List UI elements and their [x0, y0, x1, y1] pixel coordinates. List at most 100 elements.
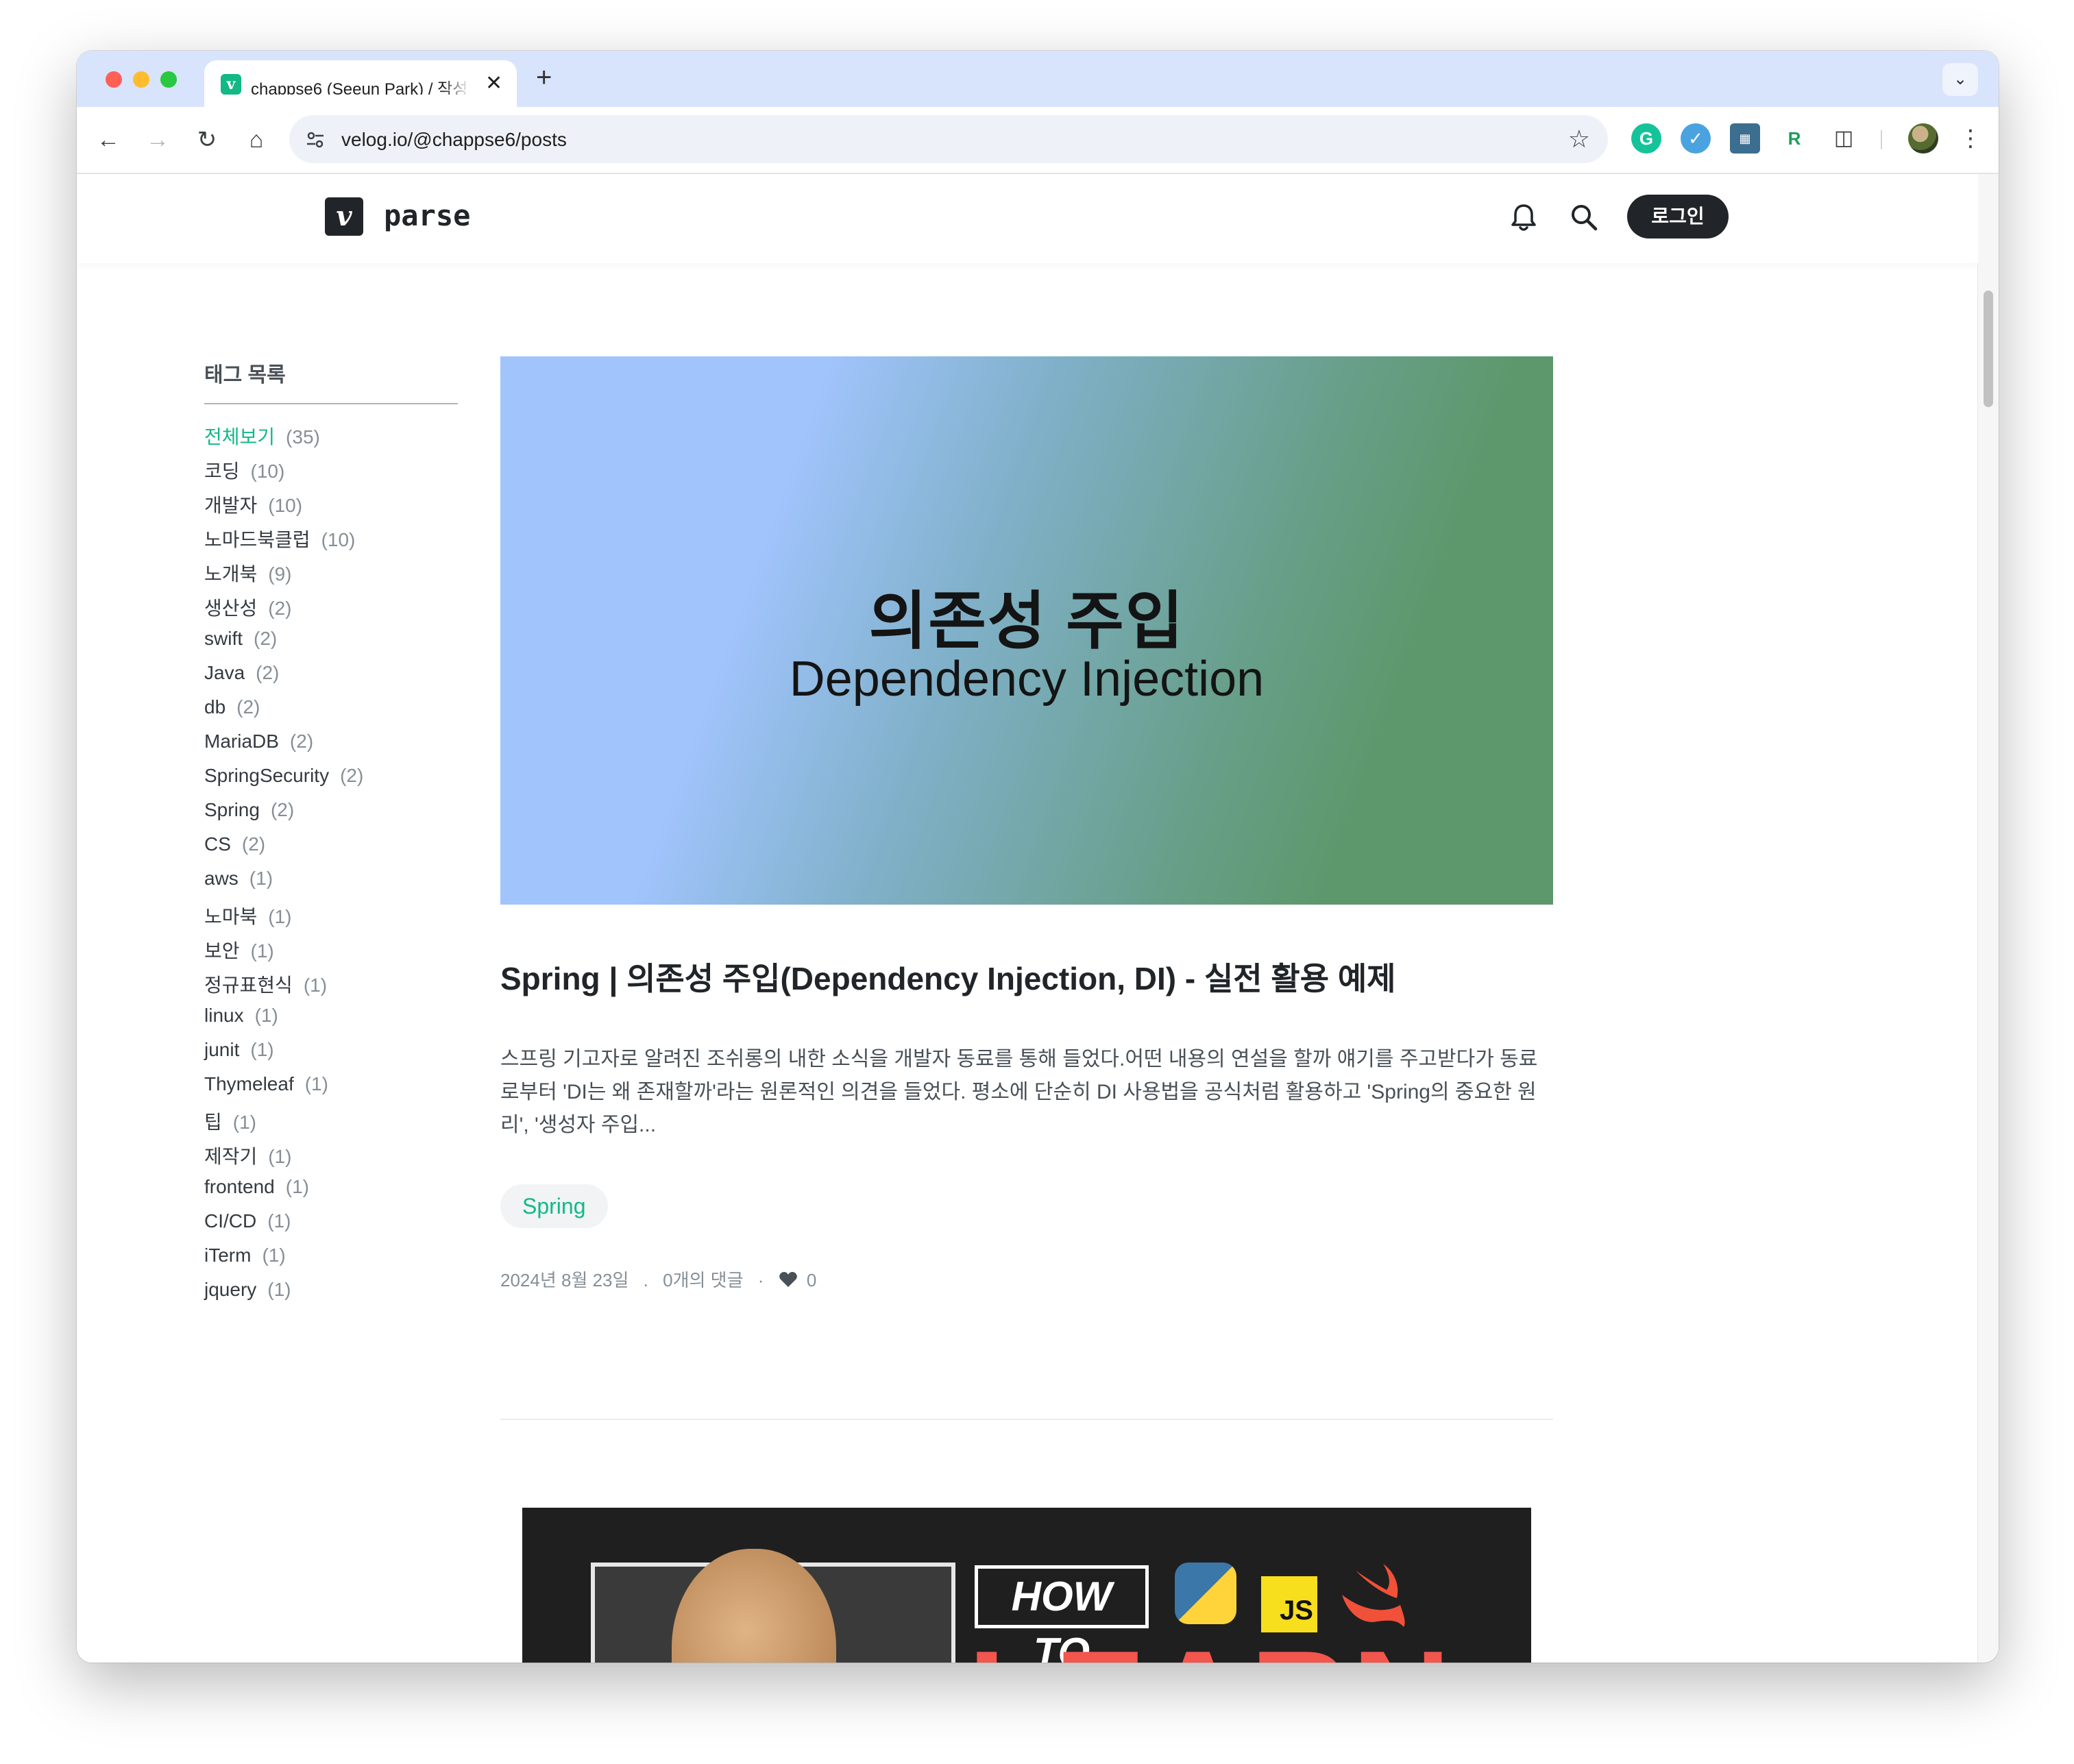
tag-name: 개발자: [204, 495, 258, 516]
search-icon[interactable]: [1567, 200, 1601, 234]
post-thumbnail[interactable]: 의존성 주입 Dependency Injection: [500, 356, 1553, 905]
tag-item[interactable]: CI/CD (1): [204, 1210, 458, 1245]
bookmark-star-icon[interactable]: ☆: [1568, 125, 1590, 154]
tag-name: 정규표현식: [204, 975, 293, 996]
tag-item[interactable]: 팁 (1): [204, 1107, 458, 1142]
tag-name: Thymeleaf: [204, 1073, 294, 1094]
toolbar-divider: [1881, 130, 1882, 149]
tag-name: jquery: [204, 1279, 257, 1300]
tag-item[interactable]: MariaDB (2): [204, 731, 458, 765]
tag-count: (1): [268, 906, 292, 927]
next-post-thumbnail[interactable]: HOW TO JS LEARN: [522, 1508, 1531, 1663]
tag-name: 생산성: [204, 598, 258, 619]
login-button[interactable]: 로그인: [1627, 195, 1729, 238]
bell-icon[interactable]: [1506, 200, 1541, 234]
tag-name: SpringSecurity: [204, 765, 330, 786]
tag-item[interactable]: CS (2): [204, 833, 458, 868]
site-header: v parse 로그인: [77, 174, 1978, 263]
checkmark-extension-icon[interactable]: ✓: [1681, 123, 1711, 154]
tag-count: (1): [267, 1279, 291, 1300]
forward-arrow-icon[interactable]: →: [141, 123, 174, 156]
tag-item[interactable]: Thymeleaf (1): [204, 1073, 458, 1107]
tag-item[interactable]: junit (1): [204, 1039, 458, 1073]
tab-search-chevron-icon[interactable]: ⌄: [1942, 63, 1978, 96]
profile-avatar[interactable]: [1908, 123, 1938, 154]
tab-strip: v chappse6 (Seeun Park) / 작성한 포스트 ✕ + ⌄: [77, 51, 1999, 107]
tag-item[interactable]: db (2): [204, 696, 458, 731]
tag-item[interactable]: jquery (1): [204, 1279, 458, 1313]
tag-count: (2): [254, 628, 278, 649]
tag-item[interactable]: 전체보기 (35): [204, 422, 458, 456]
tag-count: (2): [289, 731, 314, 752]
address-bar[interactable]: velog.io/@chappse6/posts ☆: [289, 115, 1608, 163]
tag-name: junit: [204, 1039, 240, 1060]
tag-item[interactable]: 코딩 (10): [204, 456, 458, 491]
minimize-window-button[interactable]: [133, 71, 149, 88]
tag-count: (1): [254, 1005, 278, 1026]
tag-item[interactable]: swift (2): [204, 628, 458, 662]
extensions-puzzle-icon[interactable]: ◫: [1829, 123, 1859, 154]
tag-item[interactable]: 노마북 (1): [204, 902, 458, 936]
tag-item[interactable]: iTerm (1): [204, 1245, 458, 1279]
swift-logo-icon: [1342, 1564, 1405, 1627]
url-text[interactable]: velog.io/@chappse6/posts: [341, 129, 567, 151]
tag-count: (35): [286, 426, 320, 448]
more-vert-icon[interactable]: ⋮: [1959, 123, 1982, 154]
tag-count: (1): [250, 1039, 274, 1060]
tag-item[interactable]: 개발자 (10): [204, 491, 458, 525]
tag-item[interactable]: SpringSecurity (2): [204, 765, 458, 799]
blog-name[interactable]: parse: [384, 199, 470, 232]
tag-item[interactable]: 제작기 (1): [204, 1142, 458, 1176]
back-arrow-icon[interactable]: ←: [92, 123, 125, 156]
tag-count: (1): [285, 1176, 309, 1197]
tag-count: (10): [321, 529, 356, 550]
new-tab-button[interactable]: +: [536, 62, 552, 93]
tag-count: (1): [249, 868, 273, 889]
python-logo-icon: [1175, 1563, 1236, 1624]
page-scrollbar[interactable]: [1977, 174, 1999, 1663]
tab-close-icon[interactable]: ✕: [485, 71, 502, 96]
tag-name: 팁: [204, 1112, 222, 1133]
tag-item[interactable]: Java (2): [204, 662, 458, 696]
reload-icon[interactable]: ↻: [191, 123, 223, 156]
tag-count: (2): [268, 598, 292, 619]
close-window-button[interactable]: [106, 71, 122, 88]
maximize-window-button[interactable]: [160, 71, 177, 88]
tag-count: (1): [268, 1146, 292, 1167]
tag-item[interactable]: 보안 (1): [204, 936, 458, 970]
tag-item[interactable]: 노개북 (9): [204, 559, 458, 593]
tag-name: MariaDB: [204, 731, 279, 752]
dictionary-extension-icon[interactable]: ▦: [1730, 123, 1760, 154]
tag-name: 노마드북클럽: [204, 529, 310, 550]
learn-label: LEARN: [968, 1631, 1454, 1663]
tag-name: db: [204, 696, 226, 718]
velog-logo[interactable]: v: [325, 197, 363, 236]
browser-tab-active[interactable]: v chappse6 (Seeun Park) / 작성한 포스트 ✕: [204, 60, 517, 107]
tag-name: CI/CD: [204, 1210, 257, 1232]
tag-count: (2): [241, 833, 266, 855]
r-extension-icon[interactable]: R: [1779, 123, 1809, 154]
post-title[interactable]: Spring | 의존성 주입(Dependency Injection, DI…: [500, 958, 1553, 999]
tag-name: CS: [204, 833, 231, 855]
tag-name: 노개북: [204, 563, 258, 585]
tag-name: Java: [204, 662, 245, 683]
tag-item[interactable]: 노마드북클럽 (10): [204, 525, 458, 559]
tag-list-title: 태그 목록: [204, 358, 458, 404]
home-icon[interactable]: ⌂: [240, 123, 273, 156]
how-to-label: HOW TO: [975, 1565, 1149, 1663]
tag-item[interactable]: Spring (2): [204, 799, 458, 833]
post-tag[interactable]: Spring: [500, 1184, 608, 1228]
tag-name: 코딩: [204, 461, 240, 482]
post-excerpt[interactable]: 스프링 기고자로 알려진 조쉬롱의 내한 소식을 개발자 동료를 통해 들었다.…: [500, 1043, 1553, 1142]
tag-item[interactable]: frontend (1): [204, 1176, 458, 1210]
tag-item[interactable]: 생산성 (2): [204, 593, 458, 628]
tag-list: 전체보기 (35) 코딩 (10) 개발자 (10) 노마드북클럽 (10) 노개북 (9) 생산성…: [204, 422, 458, 1313]
tag-name: frontend: [204, 1176, 275, 1197]
tag-item[interactable]: 정규표현식 (1): [204, 970, 458, 1005]
tag-item[interactable]: aws (1): [204, 868, 458, 902]
scrollbar-thumb[interactable]: [1984, 291, 1993, 407]
grammarly-extension-icon[interactable]: G: [1631, 123, 1661, 154]
tag-item[interactable]: linux (1): [204, 1005, 458, 1039]
site-settings-icon[interactable]: [304, 129, 326, 151]
tag-count: (1): [267, 1210, 291, 1232]
